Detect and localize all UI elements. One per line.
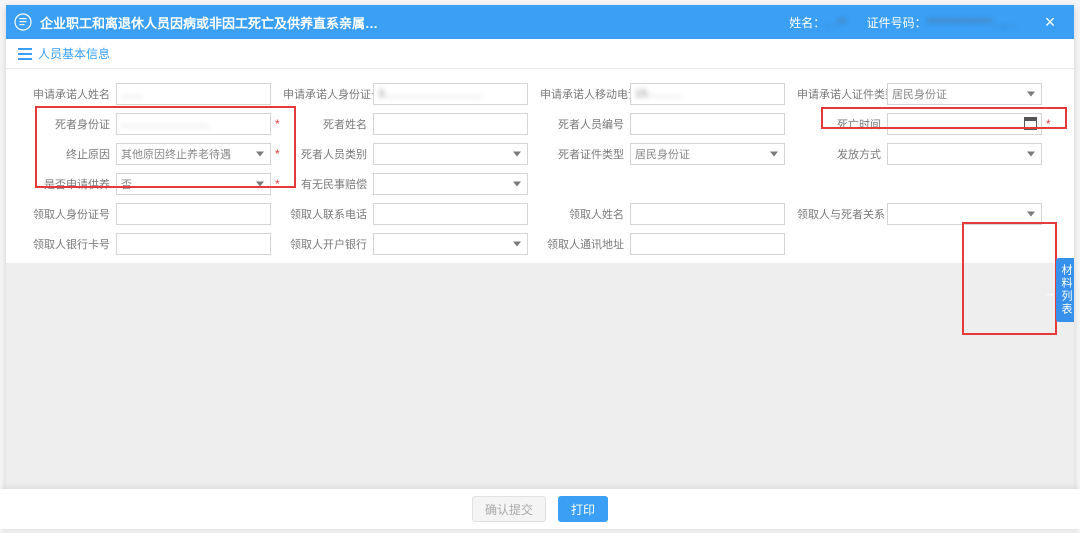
document-icon: [14, 13, 32, 31]
label-apply-support: 是否申请供养: [26, 176, 116, 192]
select-payee-relation[interactable]: [887, 203, 1042, 225]
select-civil-compensation[interactable]: [373, 173, 528, 195]
header-name: 姓名：…**: [789, 14, 846, 31]
label-applicant-phone: 申请承诺人移动电话: [540, 86, 630, 102]
header-id: 证件号码：**************……: [867, 14, 1016, 31]
label-payee-name: 领取人姓名: [540, 206, 630, 222]
label-deceased-name: 死者姓名: [283, 116, 373, 132]
select-pay-method[interactable]: [887, 143, 1042, 165]
label-deceased-idtype: 死者证件类型: [540, 146, 630, 162]
label-death-time: 死亡时间: [797, 116, 887, 132]
input-applicant-idno[interactable]: 3………………………: [373, 83, 528, 105]
section-header: 人员基本信息: [6, 39, 1074, 69]
label-pay-method: 发放方式: [797, 146, 887, 162]
input-payee-card[interactable]: [116, 233, 271, 255]
select-applicant-idtype[interactable]: 居民身份证: [887, 83, 1042, 105]
close-icon[interactable]: ×: [1036, 8, 1064, 36]
form-area: 申请承诺人姓名…… 申请承诺人身份证号3……………………… 申请承诺人移动电话1…: [6, 69, 1074, 263]
input-deceased-id[interactable]: ……………………: [116, 113, 271, 135]
label-payee-card: 领取人银行卡号: [26, 236, 116, 252]
select-deceased-category[interactable]: [373, 143, 528, 165]
label-deceased-category: 死者人员类别: [283, 146, 373, 162]
modal-header: 企业职工和离退休人员因病或非因工死亡及供养直系亲属… 姓名：…** 证件号码：*…: [6, 5, 1074, 39]
date-death-time[interactable]: [887, 113, 1042, 135]
label-applicant-name: 申请承诺人姓名: [26, 86, 116, 102]
label-applicant-idno: 申请承诺人身份证号: [283, 86, 373, 102]
print-button[interactable]: 打印: [558, 496, 608, 522]
modal-title: 企业职工和离退休人员因病或非因工死亡及供养直系亲属…: [40, 13, 378, 32]
material-list-tab[interactable]: 材料列表 →: [1056, 258, 1074, 322]
input-applicant-name[interactable]: ……: [116, 83, 271, 105]
label-payee-address: 领取人通讯地址: [540, 236, 630, 252]
input-payee-phone[interactable]: [373, 203, 528, 225]
list-icon: [18, 48, 32, 60]
input-applicant-phone[interactable]: 15………: [630, 83, 785, 105]
footer-bar: 确认提交 打印: [0, 489, 1080, 529]
label-payee-idno: 领取人身份证号: [26, 206, 116, 222]
select-deceased-idtype[interactable]: 居民身份证: [630, 143, 785, 165]
label-deceased-no: 死者人员编号: [540, 116, 630, 132]
select-stop-reason[interactable]: 其他原因终止养老待遇: [116, 143, 271, 165]
arrow-right-icon: →: [1043, 285, 1058, 300]
input-payee-idno[interactable]: [116, 203, 271, 225]
material-list-label: 材料列表: [1058, 264, 1074, 316]
label-stop-reason: 终止原因: [26, 146, 116, 162]
label-payee-phone: 领取人联系电话: [283, 206, 373, 222]
section-title: 人员基本信息: [38, 45, 110, 62]
input-deceased-no[interactable]: [630, 113, 785, 135]
select-apply-support[interactable]: 否: [116, 173, 271, 195]
label-civil-compensation: 有无民事赔偿: [283, 176, 373, 192]
input-payee-name[interactable]: [630, 203, 785, 225]
label-deceased-id: 死者身份证: [26, 116, 116, 132]
input-deceased-name[interactable]: [373, 113, 528, 135]
label-payee-relation: 领取人与死者关系: [797, 206, 887, 222]
label-applicant-idtype: 申请承诺人证件类型: [797, 86, 887, 102]
input-payee-address[interactable]: [630, 233, 785, 255]
confirm-submit-button[interactable]: 确认提交: [472, 496, 546, 522]
label-payee-bank: 领取人开户银行: [283, 236, 373, 252]
select-payee-bank[interactable]: [373, 233, 528, 255]
